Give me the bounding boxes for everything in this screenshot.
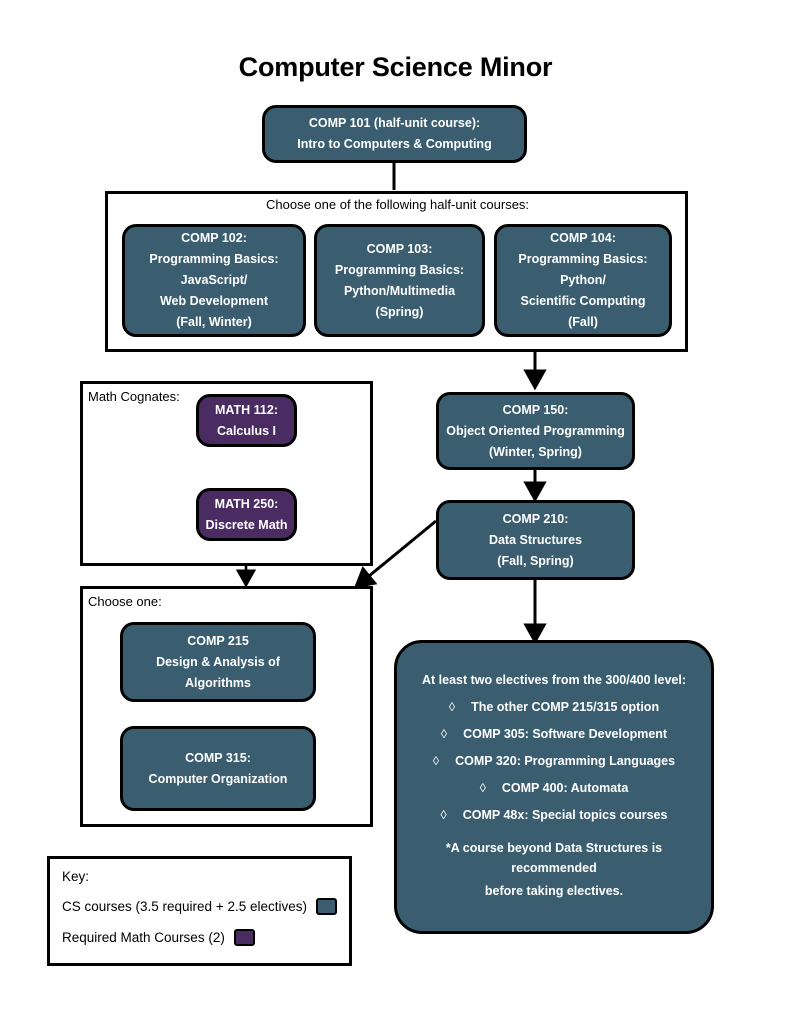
course-node-comp101[interactable]: COMP 101 (half-unit course): Intro to Co… — [262, 105, 527, 163]
course-node-comp104[interactable]: COMP 104: Programming Basics: Python/ Sc… — [494, 224, 672, 337]
legend-key: Key: CS courses (3.5 required + 2.5 elec… — [47, 856, 352, 966]
course-node-comp210[interactable]: COMP 210: Data Structures (Fall, Spring) — [436, 500, 635, 580]
course-node-comp150[interactable]: COMP 150: Object Oriented Programming (W… — [436, 392, 635, 470]
course-line: Object Oriented Programming — [446, 423, 625, 438]
group-label-half-unit: Choose one of the following half-unit co… — [266, 197, 530, 212]
legend-swatch-math-icon — [233, 929, 255, 946]
electives-item: ◊ COMP 48x: Special topics courses — [411, 808, 697, 822]
course-line: Scientific Computing — [520, 294, 646, 308]
course-node-comp215[interactable]: COMP 215 Design & Analysis of Algorithms — [120, 622, 316, 702]
course-node-comp103[interactable]: COMP 103: Programming Basics: Python/Mul… — [314, 224, 485, 337]
electives-item-label: COMP 48x: Special topics courses — [462, 808, 668, 822]
course-node-math112[interactable]: MATH 112: Calculus I — [196, 394, 297, 447]
electives-item: ◊ The other COMP 215/315 option — [411, 700, 697, 714]
course-line: (Spring) — [375, 304, 424, 319]
course-line: (Winter, Spring) — [489, 444, 582, 459]
legend-swatch-cs-icon — [316, 898, 337, 915]
diamond-bullet-icon: ◊ — [440, 727, 448, 741]
course-line: Web Development — [159, 294, 269, 308]
course-line: Design & Analysis of — [156, 654, 280, 669]
course-line: Computer Organization — [148, 771, 288, 786]
course-line: COMP 101 (half-unit course): — [308, 116, 481, 130]
course-line: COMP 150: — [502, 402, 569, 417]
diamond-bullet-icon: ◊ — [440, 808, 447, 822]
course-line: COMP 102: — [181, 231, 247, 245]
course-line: COMP 215 — [187, 633, 249, 648]
page-title: Computer Science Minor — [238, 52, 553, 82]
legend-entry-cs: CS courses (3.5 required + 2.5 electives… — [62, 898, 337, 915]
course-line: COMP 103: — [366, 241, 433, 256]
electives-heading: At least two electives from the 300/400 … — [421, 673, 686, 687]
electives-item: ◊ COMP 320: Programming Languages — [411, 754, 697, 768]
course-line: COMP 104: — [550, 231, 616, 245]
electives-panel[interactable]: At least two electives from the 300/400 … — [394, 640, 714, 934]
course-line: Programming Basics: — [149, 252, 279, 266]
course-line: MATH 112: — [215, 402, 278, 417]
diamond-bullet-icon: ◊ — [448, 700, 456, 714]
diamond-bullet-icon: ◊ — [432, 754, 440, 768]
course-line: Programming Basics: — [518, 252, 648, 266]
electives-item: ◊ COMP 400: Automata — [411, 781, 697, 795]
diagram-canvas: Computer Science Minor COMP 101 (half-un… — [0, 0, 791, 1024]
legend-entry-label: CS courses (3.5 required + 2.5 electives… — [62, 899, 307, 914]
legend-title-label: Key: — [62, 869, 90, 884]
legend-entry-math: Required Math Courses (2) — [62, 929, 337, 946]
electives-item: ◊ COMP 305: Software Development — [411, 727, 697, 741]
course-line: (Fall) — [568, 315, 598, 329]
course-line: COMP 210: — [502, 511, 569, 526]
electives-note-line: before taking electives. — [484, 884, 624, 898]
course-line: Discrete Math — [205, 517, 288, 532]
diamond-bullet-icon: ◊ — [479, 781, 486, 795]
legend-entry-label: Required Math Courses (2) — [62, 930, 225, 945]
course-line: Programming Basics: — [334, 262, 465, 277]
course-line: MATH 250: — [214, 496, 279, 511]
course-line: (Fall, Winter) — [176, 315, 252, 329]
group-label-choose-one: Choose one: — [88, 594, 162, 609]
electives-item-label: COMP 320: Programming Languages — [455, 754, 676, 768]
course-line: Python/ — [560, 273, 606, 287]
electives-item-label: COMP 400: Automata — [501, 781, 629, 795]
course-line: COMP 315: — [185, 750, 251, 765]
course-node-comp315[interactable]: COMP 315: Computer Organization — [120, 726, 316, 811]
electives-item-label: COMP 305: Software Development — [463, 727, 668, 741]
course-line: Intro to Computers & Computing — [297, 137, 492, 151]
course-node-math250[interactable]: MATH 250: Discrete Math — [196, 488, 297, 541]
course-line: Python/Multimedia — [343, 283, 456, 298]
course-line: JavaScript/ — [180, 273, 248, 287]
legend-title: Key: — [62, 869, 337, 884]
electives-item-label: The other COMP 215/315 option — [471, 700, 660, 714]
group-label-math-cognates: Math Cognates: — [88, 389, 180, 404]
course-line: Calculus I — [216, 423, 277, 438]
course-line: Data Structures — [488, 532, 583, 547]
course-node-comp102[interactable]: COMP 102: Programming Basics: JavaScript… — [122, 224, 306, 337]
course-line: (Fall, Spring) — [497, 553, 574, 568]
electives-note-line: *A course beyond Data Structures is reco… — [445, 841, 663, 875]
course-line: Algorithms — [185, 675, 251, 690]
